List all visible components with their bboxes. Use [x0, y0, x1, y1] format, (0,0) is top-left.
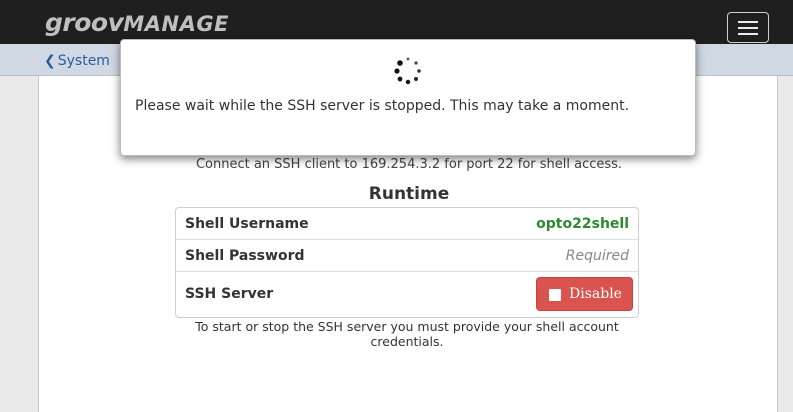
logo-manage: MANAGE	[123, 12, 229, 36]
back-link-label: System	[57, 53, 110, 69]
shell-password-label: Shell Password	[185, 248, 305, 264]
section-title-runtime: Runtime	[368, 184, 450, 204]
disable-ssh-button[interactable]: Disable	[536, 277, 633, 311]
shell-password-row[interactable]: Shell Password Required	[176, 240, 638, 272]
ssh-server-label: SSH Server	[185, 286, 274, 302]
wait-message: Please wait while the SSH server is stop…	[135, 98, 630, 114]
runtime-settings-panel: Shell Username opto22shell Shell Passwor…	[175, 207, 639, 318]
shell-username-label: Shell Username	[185, 216, 309, 232]
shell-username-value: opto22shell	[536, 216, 629, 232]
wait-dialog: Please wait while the SSH server is stop…	[120, 39, 696, 156]
stop-square-icon	[549, 289, 561, 301]
ssh-server-row: SSH Server Disable	[176, 272, 638, 317]
loading-spinner-icon	[394, 57, 421, 85]
shell-username-row: Shell Username opto22shell	[176, 208, 638, 240]
groov-manage-logo: groovMANAGE	[45, 10, 229, 37]
shell-password-value[interactable]: Required	[566, 248, 629, 264]
back-to-system-link[interactable]: ❮ System	[44, 53, 110, 69]
logo-groov: groov	[45, 8, 124, 37]
disable-button-label: Disable	[569, 286, 622, 302]
top-bar: groovMANAGE	[0, 0, 793, 44]
hamburger-menu-icon	[738, 21, 758, 23]
ssh-credentials-note: To start or stop the SSH server you must…	[195, 319, 619, 349]
hamburger-menu-button[interactable]	[727, 12, 769, 43]
chevron-left-icon: ❮	[44, 53, 56, 69]
ssh-connect-instructions: Connect an SSH client to 169.254.3.2 for…	[195, 157, 623, 172]
